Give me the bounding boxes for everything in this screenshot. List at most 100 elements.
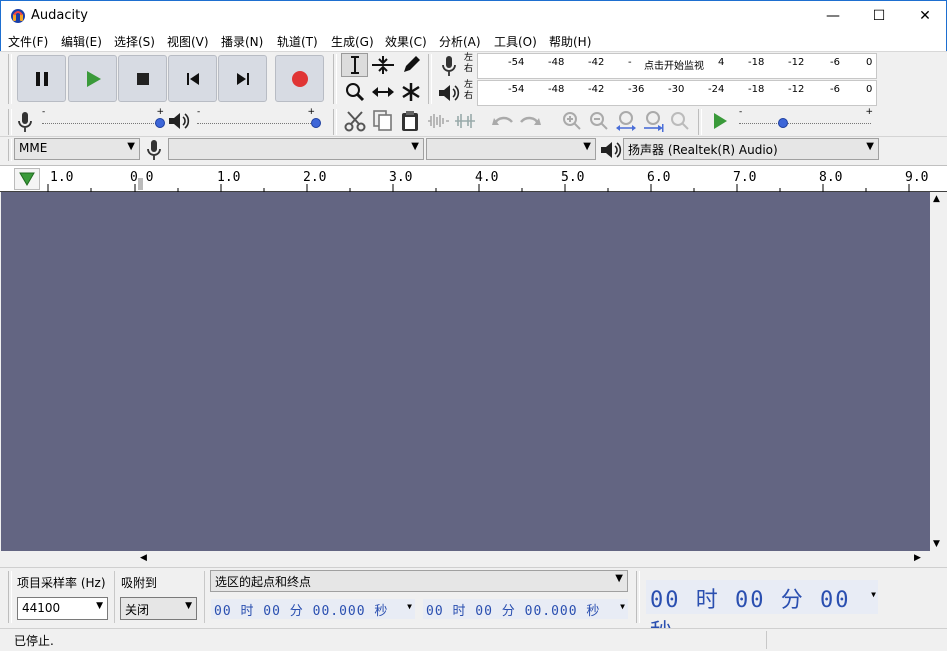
skip-to-end-button[interactable] xyxy=(218,55,267,102)
skip-start-icon xyxy=(186,72,199,85)
toolbar-grip[interactable] xyxy=(636,571,640,623)
zoom-in-button[interactable] xyxy=(558,109,585,133)
timeline-ruler[interactable]: 1.0 0.0 1.0 2.0 3.0 4.0 5.0 6.0 7.0 8.0 … xyxy=(0,165,947,192)
meter-tick: -42 xyxy=(588,57,605,68)
minimize-button[interactable]: — xyxy=(810,1,856,31)
menu-file[interactable]: 文件(F) xyxy=(8,33,48,50)
meter-monitor-hint[interactable]: 点击开始监视 xyxy=(644,57,704,72)
chevron-down-icon: ▼ xyxy=(96,601,103,611)
menu-tools[interactable]: 工具(O) xyxy=(494,33,537,50)
meter-tick: -30 xyxy=(668,84,685,95)
toolbar-grip[interactable] xyxy=(333,109,337,135)
record-meter-button[interactable] xyxy=(436,54,462,78)
chevron-down-icon[interactable]: ▼ xyxy=(407,602,413,611)
selection-end-time[interactable]: 00 时 00 分 00.000 秒 ▼ xyxy=(423,599,628,619)
playback-speed-slider[interactable]: - + xyxy=(737,107,875,132)
ruler-label: 3.0 xyxy=(389,170,413,185)
scroll-right-icon[interactable]: ▶ xyxy=(914,553,921,563)
record-meter[interactable]: -54 -48 -42 - 点击开始监视 4 -18 -12 -6 0 xyxy=(477,53,877,79)
play-button[interactable] xyxy=(68,55,117,102)
zoom-out-button[interactable] xyxy=(585,109,612,133)
chevron-down-icon[interactable]: ▼ xyxy=(871,590,876,599)
playback-volume-slider[interactable]: - + xyxy=(195,107,321,132)
menu-view[interactable]: 视图(V) xyxy=(167,33,209,50)
play-at-speed-button[interactable] xyxy=(706,109,733,133)
audio-host-select[interactable]: MME ▼ xyxy=(14,138,140,160)
copy-button[interactable] xyxy=(369,109,396,133)
slider-thumb[interactable] xyxy=(155,118,165,128)
track-panel[interactable] xyxy=(1,192,930,551)
playback-device-select[interactable]: 扬声器 (Realtek(R) Audio) ▼ xyxy=(623,138,879,160)
close-button[interactable]: ✕ xyxy=(902,1,947,31)
paste-button[interactable] xyxy=(396,109,423,133)
toolbar-grip[interactable] xyxy=(333,54,337,104)
skip-to-start-button[interactable] xyxy=(168,55,217,102)
project-rate-select[interactable]: 44100 ▼ xyxy=(17,597,108,620)
fit-project-button[interactable] xyxy=(639,109,666,133)
horizontal-scrollbar[interactable]: ◀ ▶ xyxy=(138,551,946,567)
selection-tool-button[interactable] xyxy=(341,53,368,77)
zoom-toggle-icon xyxy=(670,112,689,130)
fit-selection-button[interactable] xyxy=(612,109,639,133)
toolbar-grip[interactable] xyxy=(428,54,432,104)
menu-analyze[interactable]: 分析(A) xyxy=(439,33,481,50)
pause-button[interactable] xyxy=(17,55,66,102)
meter-tick: -54 xyxy=(508,84,525,95)
scroll-left-icon[interactable]: ◀ xyxy=(140,553,147,563)
playback-meter[interactable]: -54 -48 -42 -36 -30 -24 -18 -12 -6 0 xyxy=(477,80,877,106)
menu-edit[interactable]: 编辑(E) xyxy=(61,33,102,50)
chevron-down-icon: ▼ xyxy=(127,141,135,152)
cut-button[interactable] xyxy=(341,109,368,133)
selection-start-time[interactable]: 00 时 00 分 00.000 秒 ▼ xyxy=(211,599,415,619)
microphone-icon xyxy=(147,140,161,160)
silence-icon xyxy=(454,114,475,128)
record-button[interactable] xyxy=(275,55,324,102)
meter-tick: -36 xyxy=(628,84,645,95)
maximize-button[interactable]: ☐ xyxy=(856,1,902,31)
snap-to-select[interactable]: 关闭 ▼ xyxy=(120,597,197,620)
slider-thumb[interactable] xyxy=(311,118,321,128)
toolbar-grip[interactable] xyxy=(8,571,12,623)
silence-audio-button[interactable] xyxy=(451,109,478,133)
slider-thumb[interactable] xyxy=(778,118,788,128)
trim-audio-button[interactable] xyxy=(424,109,451,133)
audacity-logo-icon xyxy=(10,8,26,24)
vertical-scrollbar[interactable]: ▲ ▼ xyxy=(930,192,946,551)
draw-tool-button[interactable] xyxy=(397,53,424,77)
scroll-down-icon[interactable]: ▼ xyxy=(933,539,940,549)
redo-button[interactable] xyxy=(516,109,543,133)
time-minutes-unit: 分 xyxy=(780,588,805,613)
menu-generate[interactable]: 生成(G) xyxy=(331,33,374,50)
chevron-down-icon[interactable]: ▼ xyxy=(620,602,626,611)
menu-tracks[interactable]: 轨道(T) xyxy=(277,33,318,50)
envelope-tool-button[interactable] xyxy=(369,53,396,77)
menu-transport[interactable]: 播录(N) xyxy=(221,33,263,50)
redo-icon xyxy=(519,116,541,125)
close-icon: ✕ xyxy=(919,8,931,24)
meter-tick: -18 xyxy=(748,57,765,68)
zoom-toggle-button[interactable] xyxy=(666,109,693,133)
toolbar-grip[interactable] xyxy=(8,54,12,104)
menu-select[interactable]: 选择(S) xyxy=(114,33,155,50)
stop-button[interactable] xyxy=(118,55,167,102)
zoom-tool-button[interactable] xyxy=(341,80,368,104)
menu-help[interactable]: 帮助(H) xyxy=(549,33,591,50)
play-meter-button[interactable] xyxy=(436,81,462,105)
snap-to-label: 吸附到 xyxy=(121,576,158,590)
channel-left-label: 左 xyxy=(464,53,474,63)
timeshift-tool-button[interactable] xyxy=(369,80,396,104)
scroll-up-icon[interactable]: ▲ xyxy=(933,194,940,204)
multi-tool-button[interactable] xyxy=(397,80,424,104)
toolbar-grip[interactable] xyxy=(8,109,12,135)
menu-effect[interactable]: 效果(C) xyxy=(385,33,427,50)
selection-mode-select[interactable]: 选区的起点和终点 ▼ xyxy=(210,570,628,592)
ruler-label: 5.0 xyxy=(561,170,585,185)
audio-position-display[interactable]: 00 时 00 分 00 秒 ▼ xyxy=(646,580,878,645)
recording-volume-slider[interactable]: - + xyxy=(40,107,165,132)
recording-channels-select[interactable]: ▼ xyxy=(426,138,596,160)
toolbar-grip[interactable] xyxy=(698,109,702,135)
ruler-ticks xyxy=(47,184,910,192)
undo-button[interactable] xyxy=(489,109,516,133)
recording-device-select[interactable]: ▼ xyxy=(168,138,424,160)
toolbar-grip[interactable] xyxy=(8,139,12,161)
